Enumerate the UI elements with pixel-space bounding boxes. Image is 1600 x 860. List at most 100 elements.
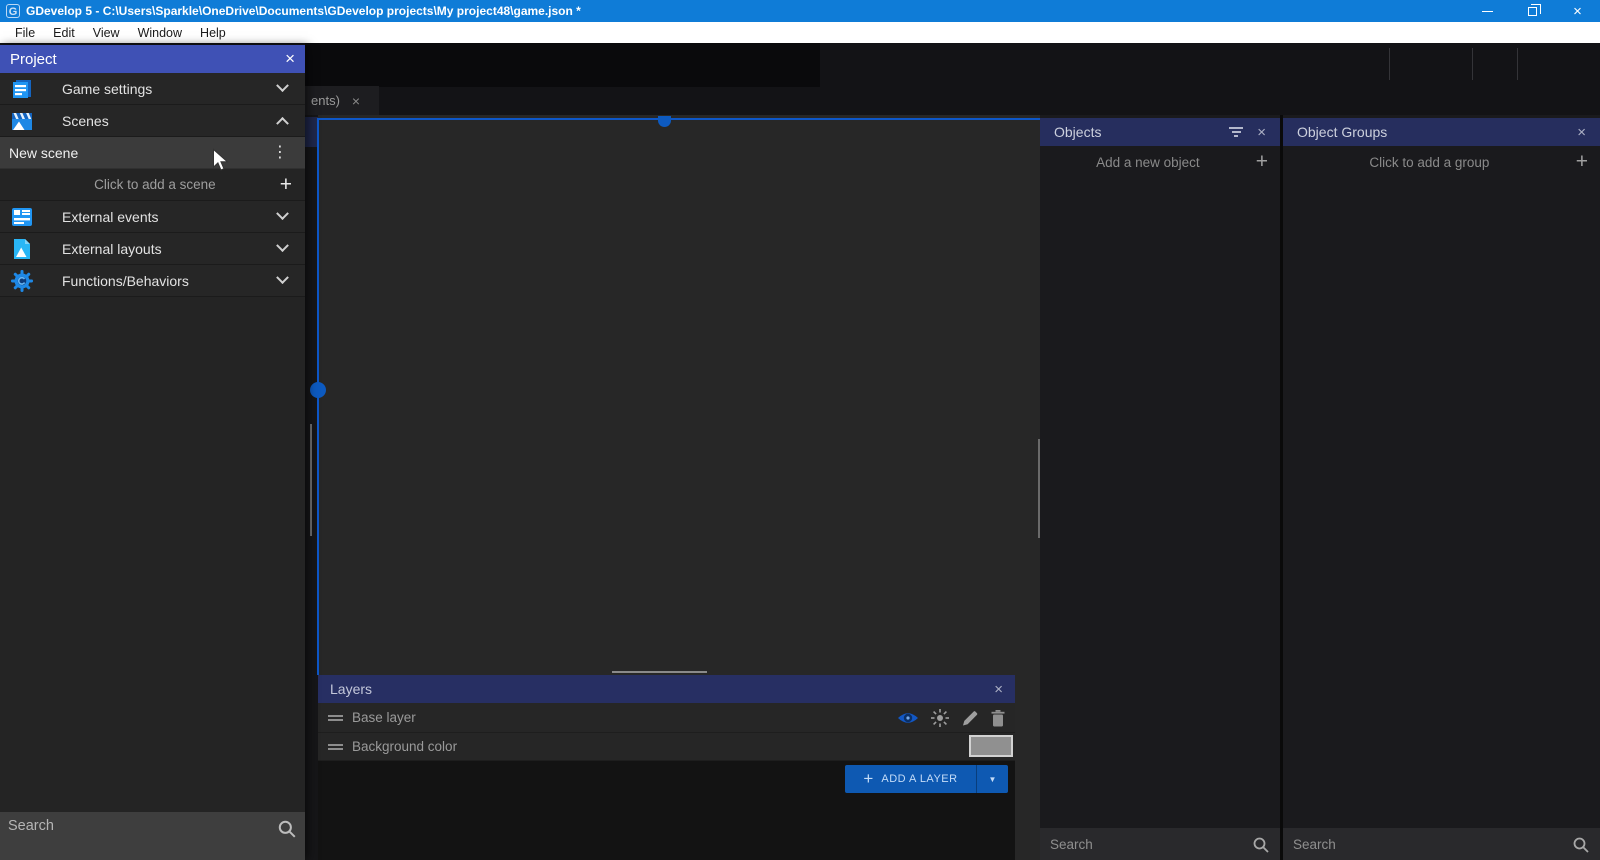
object-groups-panel: Object Groups × Click to add a group + <box>1283 115 1600 860</box>
menu-file[interactable]: File <box>6 24 44 42</box>
project-item-external-events[interactable]: External events <box>0 201 305 233</box>
tab-close-icon[interactable]: × <box>352 93 360 109</box>
minimize-icon <box>1482 11 1493 12</box>
project-item-functions-behaviors[interactable]: Functions/Behaviors <box>0 265 305 297</box>
search-icon <box>1572 836 1590 854</box>
add-layer-button[interactable]: + ADD A LAYER ▼ <box>845 765 1008 793</box>
layers-close-icon[interactable]: × <box>994 681 1003 698</box>
add-layer-dropdown[interactable]: ▼ <box>976 765 1008 793</box>
close-icon: × <box>1573 4 1582 19</box>
layer-actions <box>897 703 1006 733</box>
edit-pencil-icon[interactable] <box>961 709 979 727</box>
objects-panel: Objects × Add a new object + <box>1040 115 1280 860</box>
layer-label: Base layer <box>352 710 416 725</box>
window-controls: × <box>1465 0 1600 22</box>
menu-window[interactable]: Window <box>129 24 191 42</box>
chevron-down-icon <box>276 271 289 284</box>
search-icon <box>277 819 297 839</box>
layers-panel: Layers × Base layer <box>318 675 1015 860</box>
project-search-input[interactable] <box>8 818 277 834</box>
add-new-object-label: Add a new object <box>1040 155 1256 170</box>
window-title: GDevelop 5 - C:\Users\Sparkle\OneDrive\D… <box>26 4 581 18</box>
add-scene-row[interactable]: Click to add a scene + <box>0 169 305 201</box>
scrollbar-horizontal[interactable] <box>612 671 707 673</box>
layer-row-base[interactable]: Base layer <box>318 703 1015 733</box>
add-group-row[interactable]: Click to add a group + <box>1283 146 1600 178</box>
chevron-up-icon <box>276 117 289 130</box>
close-button[interactable]: × <box>1555 0 1600 22</box>
menu-edit[interactable]: Edit <box>44 24 84 42</box>
add-scene-label: Click to add a scene <box>0 177 280 192</box>
menu-view[interactable]: View <box>84 24 129 42</box>
plus-icon: + <box>863 769 873 789</box>
project-item-game-settings[interactable]: Game settings <box>0 73 305 105</box>
external-events-icon <box>10 205 34 229</box>
add-group-label: Click to add a group <box>1283 155 1576 170</box>
groups-search-bar <box>1283 828 1600 860</box>
project-item-label: Functions/Behaviors <box>62 273 189 289</box>
plus-icon[interactable]: + <box>1256 150 1268 174</box>
title-bar: G GDevelop 5 - C:\Users\Sparkle\OneDrive… <box>0 0 1600 22</box>
add-new-object-row[interactable]: Add a new object + <box>1040 146 1280 178</box>
effects-icon[interactable] <box>930 708 950 728</box>
menu-bar: File Edit View Window Help <box>0 22 1600 43</box>
project-item-label: Game settings <box>62 81 152 97</box>
minimize-button[interactable] <box>1465 0 1510 22</box>
mouse-cursor <box>212 148 230 174</box>
project-panel-title: Project <box>10 51 57 68</box>
project-item-scenes[interactable]: Scenes <box>0 105 305 137</box>
chevron-down-icon <box>276 79 289 92</box>
external-layouts-icon <box>10 237 34 261</box>
gdevelop-window: G GDevelop 5 - C:\Users\Sparkle\OneDrive… <box>0 0 1600 860</box>
visibility-eye-icon[interactable] <box>897 710 919 726</box>
chevron-down-icon: ▼ <box>989 775 997 784</box>
drag-handle-icon[interactable] <box>328 713 343 723</box>
layer-row-background-color[interactable]: Background color <box>318 733 1015 761</box>
add-layer-main[interactable]: + ADD A LAYER <box>845 769 976 789</box>
object-groups-title: Object Groups <box>1297 124 1387 140</box>
tab-label: ents) <box>311 93 340 108</box>
project-panel: Project × Game settings Sc <box>0 45 305 860</box>
project-item-label: External layouts <box>62 241 162 257</box>
background-color-swatch[interactable] <box>969 735 1013 757</box>
object-groups-header: Object Groups × <box>1283 118 1600 146</box>
restore-button[interactable] <box>1510 0 1555 22</box>
objects-panel-title: Objects <box>1054 124 1101 140</box>
selection-top-edge <box>318 118 1040 120</box>
functions-behaviors-icon <box>10 269 34 293</box>
scene-list-item-new-scene[interactable]: New scene ⋮ <box>0 137 305 169</box>
layers-panel-title: Layers <box>330 681 372 697</box>
selection-handle-left[interactable] <box>310 382 326 398</box>
toolbar-separator <box>1472 48 1473 80</box>
project-item-label: External events <box>62 209 159 225</box>
delete-trash-icon[interactable] <box>990 709 1006 727</box>
objects-panel-header: Objects × <box>1040 118 1280 146</box>
objects-search-input[interactable] <box>1050 837 1252 852</box>
plus-icon[interactable]: + <box>1576 150 1588 174</box>
search-icon <box>1252 836 1270 854</box>
filter-icon[interactable] <box>1229 127 1243 137</box>
project-close-icon[interactable]: × <box>285 49 295 69</box>
menu-help[interactable]: Help <box>191 24 235 42</box>
kebab-menu-icon[interactable]: ⋮ <box>272 145 288 161</box>
object-groups-close-icon[interactable]: × <box>1577 124 1586 141</box>
restore-icon <box>1528 7 1537 16</box>
objects-search-bar <box>1040 828 1280 860</box>
scrollbar-vertical-left[interactable] <box>310 424 312 536</box>
project-search-bar <box>0 812 305 860</box>
add-layer-label: ADD A LAYER <box>881 773 957 785</box>
plus-icon[interactable]: + <box>280 173 292 197</box>
scenes-icon <box>10 109 34 133</box>
project-item-external-layouts[interactable]: External layouts <box>0 233 305 265</box>
layers-panel-header: Layers × <box>318 675 1015 703</box>
events-sheet-background <box>305 43 820 87</box>
toolbar-separator <box>1517 48 1518 80</box>
objects-close-icon[interactable]: × <box>1257 124 1266 141</box>
project-item-label: Scenes <box>62 113 109 129</box>
layer-label: Background color <box>352 739 457 754</box>
drag-handle-icon[interactable] <box>328 742 343 752</box>
project-panel-header: Project × <box>0 45 305 73</box>
toolbar-separator <box>1389 48 1390 80</box>
tab-scene-events[interactable]: ents) × <box>305 86 379 115</box>
groups-search-input[interactable] <box>1293 837 1572 852</box>
